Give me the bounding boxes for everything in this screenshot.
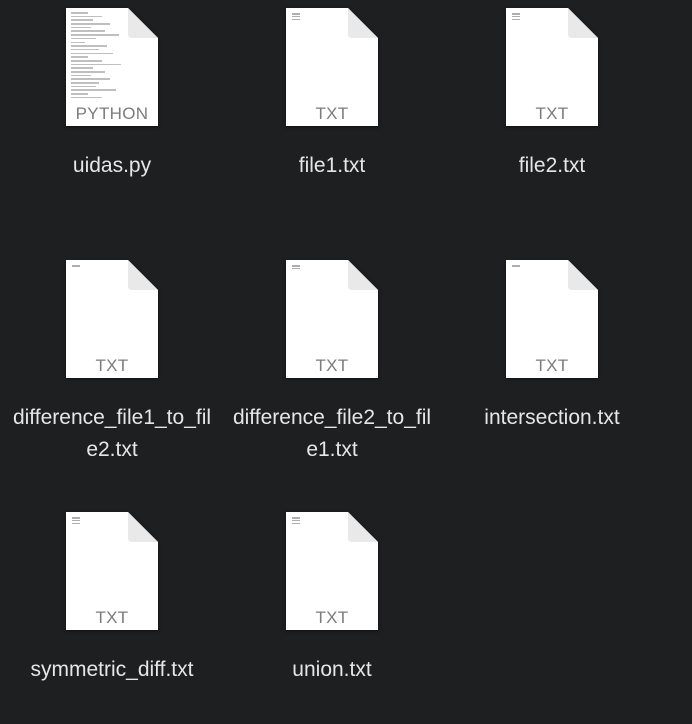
file-name[interactable]: file1.txt — [222, 150, 442, 182]
file-type-label: TXT — [535, 356, 569, 375]
file-name[interactable]: symmetric_diff.txt — [2, 654, 222, 686]
text-preview — [72, 517, 80, 525]
file-type-label: TXT — [535, 104, 569, 123]
text-document-icon[interactable]: TXT — [66, 512, 158, 630]
file-item-uidas-py[interactable]: PYTHON uidas.py — [2, 8, 222, 182]
file-grid: PYTHON uidas.py TXT file1.txt TXT file2.… — [0, 0, 692, 724]
file-type-label: TXT — [315, 104, 349, 123]
file-item-difference-file2-to-file1[interactable]: TXT difference_file2_to_file1.txt — [222, 260, 442, 466]
file-item-symmetric-diff-txt[interactable]: TXT symmetric_diff.txt — [2, 512, 222, 686]
text-preview — [72, 265, 80, 268]
file-name[interactable]: uidas.py — [2, 150, 222, 182]
file-item-intersection-txt[interactable]: TXT intersection.txt — [442, 260, 662, 434]
text-preview — [292, 517, 300, 525]
file-item-file1-txt[interactable]: TXT file1.txt — [222, 8, 442, 182]
text-preview — [512, 13, 520, 21]
text-preview — [292, 13, 300, 21]
file-item-file2-txt[interactable]: TXT file2.txt — [442, 8, 662, 182]
file-name[interactable]: file2.txt — [442, 150, 662, 182]
text-document-icon[interactable]: TXT — [506, 8, 598, 126]
file-name[interactable]: difference_file1_to_file2.txt — [2, 402, 222, 466]
file-type-label: TXT — [95, 356, 129, 375]
text-document-icon[interactable]: TXT — [66, 260, 158, 378]
text-document-icon[interactable]: TXT — [506, 260, 598, 378]
file-name[interactable]: difference_file2_to_file1.txt — [222, 402, 442, 466]
file-type-label: TXT — [315, 608, 349, 627]
code-preview — [71, 12, 127, 101]
file-item-difference-file1-to-file2[interactable]: TXT difference_file1_to_file2.txt — [2, 260, 222, 466]
file-name[interactable]: intersection.txt — [442, 402, 662, 434]
text-document-icon[interactable]: TXT — [286, 8, 378, 126]
text-preview — [292, 265, 300, 271]
file-type-label: TXT — [95, 608, 129, 627]
file-name[interactable]: union.txt — [222, 654, 442, 686]
file-type-label: PYTHON — [75, 104, 149, 123]
file-type-label: TXT — [315, 356, 349, 375]
text-preview — [512, 265, 520, 268]
python-document-icon[interactable]: PYTHON — [66, 8, 158, 126]
text-document-icon[interactable]: TXT — [286, 260, 378, 378]
file-item-union-txt[interactable]: TXT union.txt — [222, 512, 442, 686]
text-document-icon[interactable]: TXT — [286, 512, 378, 630]
